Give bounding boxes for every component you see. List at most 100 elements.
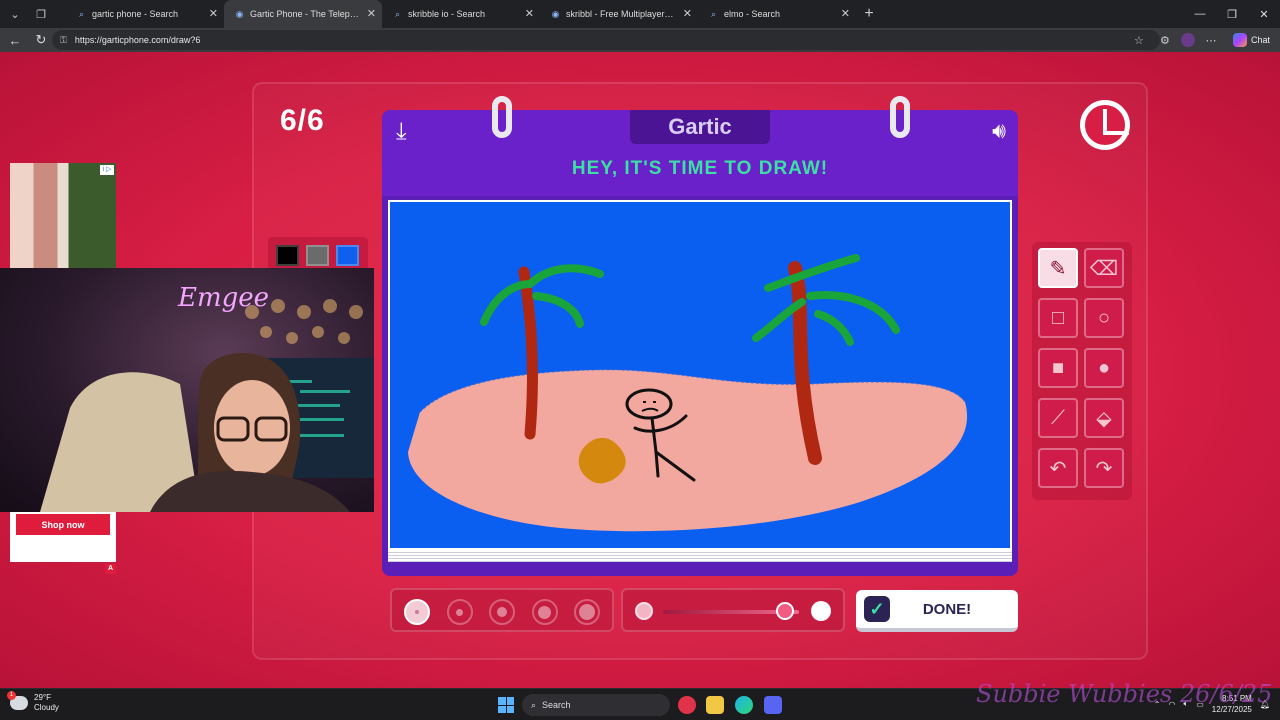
ellipse-outline-tool[interactable]: ○: [1084, 298, 1124, 338]
brush-size-option[interactable]: [404, 599, 430, 625]
site-info-icon[interactable]: ⚿: [60, 35, 67, 46]
skribbl-favicon: ◉: [551, 8, 560, 19]
palm-leaf-left-3: [532, 292, 584, 328]
browser-tab[interactable]: ◉ skribbl - Free Multiplayer Drawing ✕: [540, 0, 698, 28]
opacity-max-dot: [811, 601, 831, 621]
volume-tray-icon[interactable]: 🔈︎: [1183, 699, 1188, 709]
pen-tool[interactable]: ✎: [1038, 248, 1078, 288]
close-window-icon[interactable]: ✕: [1248, 0, 1280, 28]
copilot-chat-button[interactable]: Chat: [1227, 33, 1276, 47]
tab-strip: ⌕ gartic phone - Search ✕ ◉ Gartic Phone - T…: [66, 0, 856, 28]
brush-size-option[interactable]: [574, 599, 600, 625]
url-field[interactable]: ⚿ https://garticphone.com/draw?6: [52, 30, 1160, 50]
wifi-icon[interactable]: ◠: [1168, 700, 1175, 709]
taskbar-clock[interactable]: 8:51 PM 12/27/2025: [1212, 693, 1252, 715]
color-swatch-black[interactable]: [276, 245, 299, 266]
close-tab-icon[interactable]: ✕: [367, 7, 376, 20]
ad-choices-icon[interactable]: i ▷: [100, 165, 114, 175]
clock-time: 8:51 PM: [1222, 694, 1252, 703]
battery-icon[interactable]: ▭: [1196, 700, 1204, 709]
island-shape: [408, 369, 968, 532]
back-arrow-icon[interactable]: ←: [4, 33, 26, 48]
browser-tab[interactable]: ⌕ skribble io - Search ✕: [382, 0, 540, 28]
tab-list-chevron-icon[interactable]: ⌄: [4, 3, 26, 25]
search-icon: ⌕: [78, 8, 85, 19]
copilot-icon: [1232, 33, 1247, 47]
shop-now-button[interactable]: Shop now: [16, 514, 110, 535]
color-swatch-gray[interactable]: [306, 245, 329, 266]
brush-size-option[interactable]: [531, 599, 558, 625]
drawing-pad: Gartic ⤓ 🔊︎ HEY, IT'S TIME TO DRAW!: [382, 96, 1018, 576]
weather-badge: 1: [7, 691, 16, 700]
reload-icon[interactable]: ↻: [30, 32, 52, 48]
file-explorer-icon[interactable]: [706, 696, 724, 714]
webcam-svg: Emgee: [40, 283, 374, 512]
gartic-logo: Gartic: [630, 110, 770, 144]
tab-title: skribbl - Free Multiplayer Drawing: [566, 9, 676, 19]
line-tool[interactable]: ⟋: [1038, 398, 1078, 438]
workspaces-icon[interactable]: ❐: [30, 3, 52, 25]
pencil-icon: ✎: [1049, 257, 1067, 280]
palm-leaf-right-4: [814, 310, 854, 346]
brush-size-option[interactable]: [446, 599, 473, 625]
game-page: 6/6 Gartic ⤓ 🔊︎ HEY, IT'S TIME TO DRAW!: [0, 52, 1280, 688]
rectangle-outline-tool[interactable]: □: [1038, 298, 1078, 338]
notification-bell-icon[interactable]: 🔔︎: [1260, 700, 1270, 709]
volume-icon[interactable]: 🔊︎: [992, 118, 1006, 144]
discord-icon[interactable]: [764, 696, 782, 714]
close-tab-icon[interactable]: ✕: [841, 7, 850, 20]
weather-temp: 29°F: [34, 693, 51, 702]
tab-title: elmo - Search: [724, 9, 781, 19]
undo-icon: ↶: [1049, 457, 1067, 480]
redo-icon: ↷: [1095, 457, 1113, 480]
browser-tab[interactable]: ⌕ gartic phone - Search ✕: [66, 0, 224, 28]
edge-browser-icon[interactable]: [735, 696, 753, 714]
more-menu-icon[interactable]: ⋯: [1201, 30, 1221, 50]
close-tab-icon[interactable]: ✕: [525, 7, 534, 20]
undo-tool[interactable]: ↶: [1038, 448, 1078, 488]
fill-bucket-tool[interactable]: ⬙: [1084, 398, 1124, 438]
rectangle-fill-tool[interactable]: ■: [1038, 348, 1078, 388]
drawing-svg: [408, 254, 968, 532]
minimize-icon[interactable]: —: [1184, 0, 1216, 28]
eraser-tool[interactable]: ⌫: [1084, 248, 1124, 288]
palm-leaf-right-1: [764, 254, 860, 292]
download-icon[interactable]: ⤓: [396, 118, 407, 146]
notebook-pages-edge: [388, 550, 1012, 562]
circle-outline-icon: ○: [1097, 306, 1111, 329]
brush-size-selector: [390, 588, 614, 632]
close-tab-icon[interactable]: ✕: [209, 7, 218, 20]
restore-icon[interactable]: ❐: [1216, 0, 1248, 28]
draw-heading: HEY, IT'S TIME TO DRAW!: [571, 158, 829, 179]
app-icon-red[interactable]: [678, 696, 696, 714]
color-swatch-blue[interactable]: [336, 245, 359, 266]
profile-avatar[interactable]: [1180, 33, 1195, 47]
new-tab-button[interactable]: +: [856, 1, 882, 27]
opacity-slider[interactable]: [621, 588, 845, 632]
redo-tool[interactable]: ↷: [1084, 448, 1124, 488]
done-label: DONE!: [922, 600, 972, 618]
browser-tab[interactable]: ◉ Gartic Phone - The Telephone Game ✕: [224, 0, 382, 28]
ellipse-fill-tool[interactable]: ●: [1084, 348, 1124, 388]
extensions-icon[interactable]: ⚙: [1155, 30, 1175, 50]
binder-ring-right: [890, 96, 910, 138]
start-windows-icon[interactable]: [498, 697, 514, 713]
favorite-star-icon[interactable]: ☆: [1129, 30, 1149, 50]
done-button[interactable]: ✓ DONE!: [856, 590, 1018, 632]
sidebar-ad-image[interactable]: i ▷: [10, 163, 116, 269]
browser-tab-bar: ⌄ ❐ ⌕ gartic phone - Search ✕ ◉ Gartic Phone…: [0, 0, 1280, 28]
brush-size-option[interactable]: [489, 599, 515, 625]
opacity-thumb[interactable]: [776, 602, 795, 620]
webcam-overlay: Emgee: [0, 268, 374, 512]
eraser-icon: ⌫: [1089, 257, 1119, 280]
weather-widget[interactable]: 1 29°F Cloudy: [7, 691, 59, 713]
close-tab-icon[interactable]: ✕: [683, 7, 692, 20]
taskbar-search[interactable]: ⌕ Search: [522, 694, 670, 716]
search-icon: ⌕: [531, 699, 537, 710]
weather-condition: Cloudy: [34, 703, 59, 712]
drawing-canvas[interactable]: [388, 200, 1012, 550]
browser-tab[interactable]: ⌕ elmo - Search ✕: [698, 0, 856, 28]
tab-title: Gartic Phone - The Telephone Game: [250, 9, 360, 19]
clock-date: 12/27/2025: [1211, 705, 1252, 714]
tray-chevron-icon[interactable]: ⌃: [1154, 700, 1161, 709]
